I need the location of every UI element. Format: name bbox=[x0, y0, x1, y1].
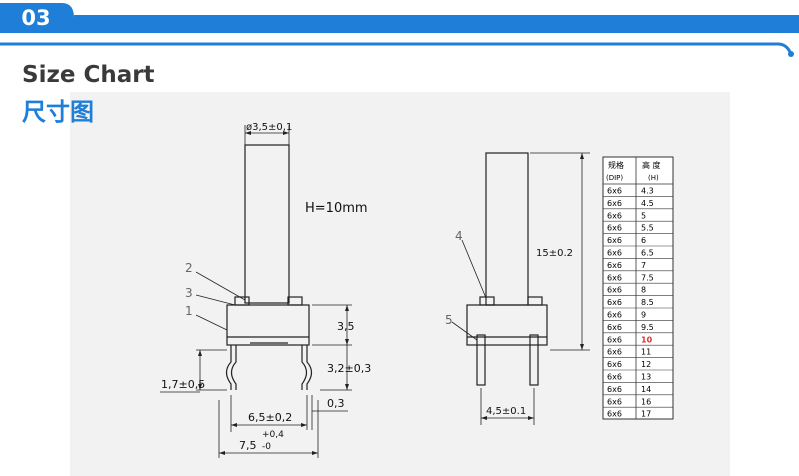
table-cell-spec: 6x6 bbox=[607, 348, 622, 357]
side-cap-left bbox=[479, 296, 495, 306]
table-cell-spec: 6x6 bbox=[607, 298, 622, 307]
table-cell-height: 13 bbox=[641, 373, 651, 382]
table-cell-spec: 6x6 bbox=[607, 397, 622, 406]
dim-pin-spacing: 4,5±0.1 bbox=[486, 406, 526, 417]
table-cell-spec: 6x6 bbox=[607, 335, 622, 344]
table-cell-height: 8 bbox=[641, 286, 646, 295]
table-cell-spec: 6x6 bbox=[607, 273, 622, 282]
table-cell-spec: 6x6 bbox=[607, 311, 622, 320]
dim-total-height: 15±0.2 bbox=[536, 248, 573, 259]
height-note: H=10mm bbox=[305, 201, 368, 216]
part-label-4: 4 bbox=[455, 229, 463, 243]
table-cell-height: 14 bbox=[641, 385, 651, 394]
table-cell-height: 6 bbox=[641, 236, 646, 245]
size-table: 规格 (DIP) 高 度 (H) 6x6 4.3 6x6 4.5 6x6 5 6x6 5.5 6… bbox=[602, 156, 674, 420]
dim-leg-offset: 1,7±0,5 bbox=[161, 378, 205, 391]
dim-top-diameter: ø3,5±0,1 bbox=[246, 122, 292, 133]
side-actuator-stem bbox=[485, 152, 529, 306]
table-cell-height: 8.5 bbox=[641, 298, 654, 307]
table-cell-spec: 6x6 bbox=[607, 385, 622, 394]
table-cell-height: 7 bbox=[641, 261, 646, 270]
table-cell-height: 5.5 bbox=[641, 224, 654, 233]
dim-overall-tol-minus: -0 bbox=[262, 442, 271, 452]
table-cell-spec: 6x6 bbox=[607, 360, 622, 369]
table-cell-spec: 6x6 bbox=[607, 249, 622, 258]
table-cell-height: 6.5 bbox=[641, 249, 654, 258]
table-cell-height: 5 bbox=[641, 211, 646, 220]
table-cell-spec: 6x6 bbox=[607, 323, 622, 332]
table-cell-spec: 6x6 bbox=[607, 286, 622, 295]
part-label-1: 1 bbox=[185, 304, 193, 318]
table-cell-height: 4.5 bbox=[641, 199, 654, 208]
side-pin-left bbox=[476, 334, 486, 386]
table-cell-height: 12 bbox=[641, 360, 651, 369]
table-cell-spec: 6x6 bbox=[607, 199, 622, 208]
dim-overall-base: 7,5 bbox=[239, 439, 257, 452]
table-cell-height: 11 bbox=[641, 348, 651, 357]
front-leg-left bbox=[225, 345, 232, 390]
dim-overall-tol-plus: +0,4 bbox=[262, 430, 284, 440]
table-cell-spec: 6x6 bbox=[607, 211, 622, 220]
table-header-height: 高 度 bbox=[642, 160, 661, 170]
table-cell-spec: 6x6 bbox=[607, 187, 622, 196]
side-pin-right bbox=[529, 334, 539, 386]
part-label-3: 3 bbox=[185, 286, 193, 300]
dim-leg-thickness: 0,3 bbox=[327, 397, 345, 410]
technical-drawing: ø3,5±0,1 H=10mm 2 3 1 3,5 3,2±0,3 1,7±0,… bbox=[160, 122, 674, 458]
front-leg-right bbox=[306, 345, 313, 390]
table-header-height-sub: (H) bbox=[648, 174, 659, 182]
table-cell-height: 9.5 bbox=[641, 323, 654, 332]
table-cell-spec: 6x6 bbox=[607, 224, 622, 233]
table-header-spec: 规格 bbox=[608, 160, 624, 170]
side-view bbox=[451, 152, 590, 425]
table-cell-height: 10 bbox=[641, 335, 653, 344]
table-cell-height: 7.5 bbox=[641, 273, 654, 282]
table-cell-height: 9 bbox=[641, 311, 646, 320]
front-cap-right bbox=[287, 296, 303, 306]
part-label-5: 5 bbox=[445, 313, 453, 327]
side-switch-body bbox=[466, 304, 548, 346]
table-header-spec-sub: (DIP) bbox=[606, 174, 623, 182]
table-cell-height: 16 bbox=[641, 397, 651, 406]
side-cap-right bbox=[527, 296, 543, 306]
table-cell-spec: 6x6 bbox=[607, 410, 622, 419]
dim-pin-span: 6,5±0,2 bbox=[248, 411, 292, 424]
part-label-2: 2 bbox=[185, 261, 193, 275]
table-cell-spec: 6x6 bbox=[607, 373, 622, 382]
dim-body-height: 3,5 bbox=[337, 320, 355, 333]
table-cell-height: 17 bbox=[641, 410, 651, 419]
table-cell-height: 4.3 bbox=[641, 187, 654, 196]
table-cell-spec: 6x6 bbox=[607, 236, 622, 245]
dim-leg-height: 3,2±0,3 bbox=[327, 362, 371, 375]
front-actuator-stem bbox=[244, 144, 290, 304]
table-cell-spec: 6x6 bbox=[607, 261, 622, 270]
front-switch-body bbox=[226, 304, 310, 346]
